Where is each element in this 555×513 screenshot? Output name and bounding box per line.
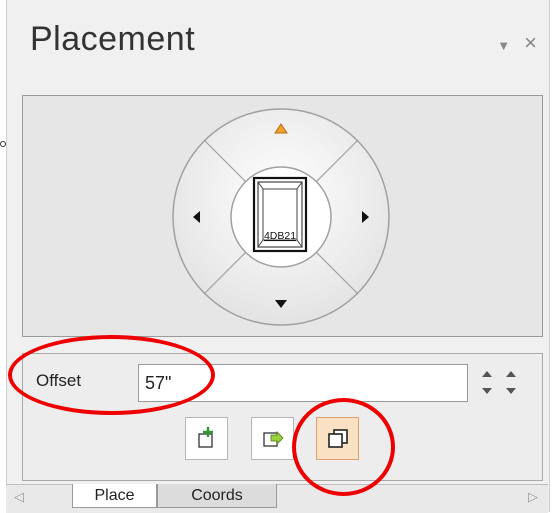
- spin-up-icon[interactable]: [482, 371, 492, 377]
- spin-down-icon-2[interactable]: [506, 388, 516, 394]
- component-label: 4DB21: [264, 230, 296, 242]
- direction-wheel: 4DB21: [172, 108, 390, 326]
- offset-spinner[interactable]: [473, 364, 525, 402]
- panel-close-icon[interactable]: ×: [524, 30, 537, 55]
- annotation-circle-copy-button: [292, 398, 395, 496]
- tab-place[interactable]: Place: [72, 484, 157, 508]
- annotation-circle-offset: [8, 335, 215, 415]
- place-move-button[interactable]: [251, 417, 294, 460]
- tab-coords[interactable]: Coords: [157, 484, 277, 508]
- title-tools: ▼ ×: [483, 30, 537, 56]
- spin-up-icon-2[interactable]: [506, 371, 516, 377]
- place-new-button[interactable]: [185, 417, 228, 460]
- tab-scroll-right-icon[interactable]: ▷: [528, 489, 538, 505]
- panel-title: Placement: [30, 20, 196, 58]
- panel-dropdown-icon[interactable]: ▼: [497, 38, 510, 53]
- place-new-icon: [198, 427, 213, 448]
- place-move-icon: [263, 431, 284, 447]
- tab-scroll-left-icon[interactable]: ◁: [14, 489, 24, 505]
- side-dot: [0, 141, 6, 147]
- component-thumbnail: 4DB21: [252, 176, 308, 253]
- spin-down-icon[interactable]: [482, 388, 492, 394]
